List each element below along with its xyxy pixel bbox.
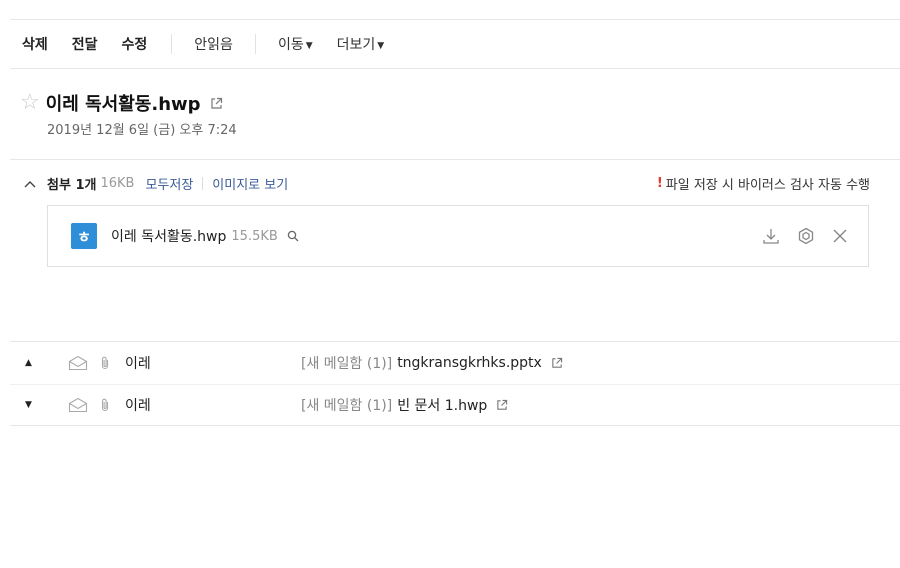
open-new-window-icon[interactable] [210, 97, 223, 110]
save-all-link[interactable]: 모두저장 [145, 174, 193, 193]
mail-folder: [새 메일함 (1)] [301, 398, 393, 414]
mail-folder: [새 메일함 (1)] [301, 356, 393, 372]
toolbar-separator [254, 34, 256, 54]
mail-sender: 이레 [125, 398, 151, 414]
mail-toolbar: 삭제 전달 수정 안읽음 이동 ▼ 더보기 ▼ [10, 20, 900, 68]
attachment-header: 첨부 1개 16KB 모두저장 이미지로 보기 ! 파일 저장 시 바이러스 검… [24, 174, 870, 193]
mail-sender: 이레 [125, 356, 151, 372]
preview-search-icon[interactable] [287, 230, 299, 242]
edit-button[interactable]: 수정 [122, 34, 148, 54]
open-new-window-icon[interactable] [496, 399, 508, 411]
attachment-clip-icon [100, 398, 110, 412]
view-as-image-link[interactable]: 이미지로 보기 [212, 174, 288, 193]
virus-scan-notice: 파일 저장 시 바이러스 검사 자동 수행 [665, 178, 870, 193]
mail-date: 2019년 12월 6일 (금) 오후 7:24 [47, 123, 237, 138]
attachment-total-size: 16KB [100, 176, 135, 191]
mark-unread-button[interactable]: 안읽음 [194, 34, 233, 54]
mail-list-bottom-divider [10, 425, 900, 426]
forward-button[interactable]: 전달 [72, 34, 98, 54]
mail-list-item-previous[interactable]: ▲ 이레 [새 메일함 (1)] tngkransgkrhks.pptx [10, 342, 900, 384]
attachment-clip-icon [100, 356, 110, 370]
mail-subject: 이레 독서활동.hwp [45, 94, 201, 115]
caret-down-icon: ▼ [305, 41, 313, 51]
warning-icon: ! [656, 176, 663, 191]
star-icon[interactable]: ☆ [20, 92, 40, 114]
mail-list-subject[interactable]: tngkransgkrhks.pptx [397, 355, 542, 371]
download-icon[interactable] [762, 227, 780, 245]
attachment-file-size: 15.5KB [231, 228, 278, 244]
collapse-chevron-icon[interactable] [24, 180, 38, 188]
header-divider [10, 159, 900, 160]
attachment-item: ㅎ 이레 독서활동.hwp 15.5KB [47, 205, 869, 267]
delete-button[interactable]: 삭제 [22, 34, 48, 54]
more-dropdown[interactable]: 더보기 ▼ [337, 34, 385, 54]
attachment-count: 첨부 1개 [47, 178, 97, 193]
close-icon[interactable] [832, 228, 848, 244]
move-dropdown[interactable]: 이동 ▼ [278, 34, 313, 54]
next-mail-arrow-icon[interactable]: ▼ [10, 400, 40, 410]
attachment-actions [745, 227, 848, 245]
open-new-window-icon[interactable] [551, 357, 563, 369]
save-to-cloud-icon[interactable] [797, 227, 815, 245]
mail-list-item-next[interactable]: ▼ 이레 [새 메일함 (1)] 빈 문서 1.hwp [10, 384, 900, 426]
more-dropdown-label: 더보기 [336, 37, 376, 53]
attachment-header-separator [202, 177, 204, 190]
move-dropdown-label: 이동 [277, 37, 304, 53]
envelope-icon [68, 355, 88, 371]
subject-row: ☆ 이레 독서활동.hwp [20, 90, 223, 116]
caret-down-icon: ▼ [377, 41, 385, 51]
envelope-icon [68, 397, 88, 413]
hwp-file-icon: ㅎ [71, 223, 97, 249]
mail-list-subject[interactable]: 빈 문서 1.hwp [397, 395, 487, 415]
toolbar-separator [171, 34, 173, 54]
attachment-file-name[interactable]: 이레 독서활동.hwp [111, 226, 226, 246]
previous-mail-arrow-icon[interactable]: ▲ [10, 358, 40, 368]
toolbar-bottom-divider [10, 68, 900, 69]
